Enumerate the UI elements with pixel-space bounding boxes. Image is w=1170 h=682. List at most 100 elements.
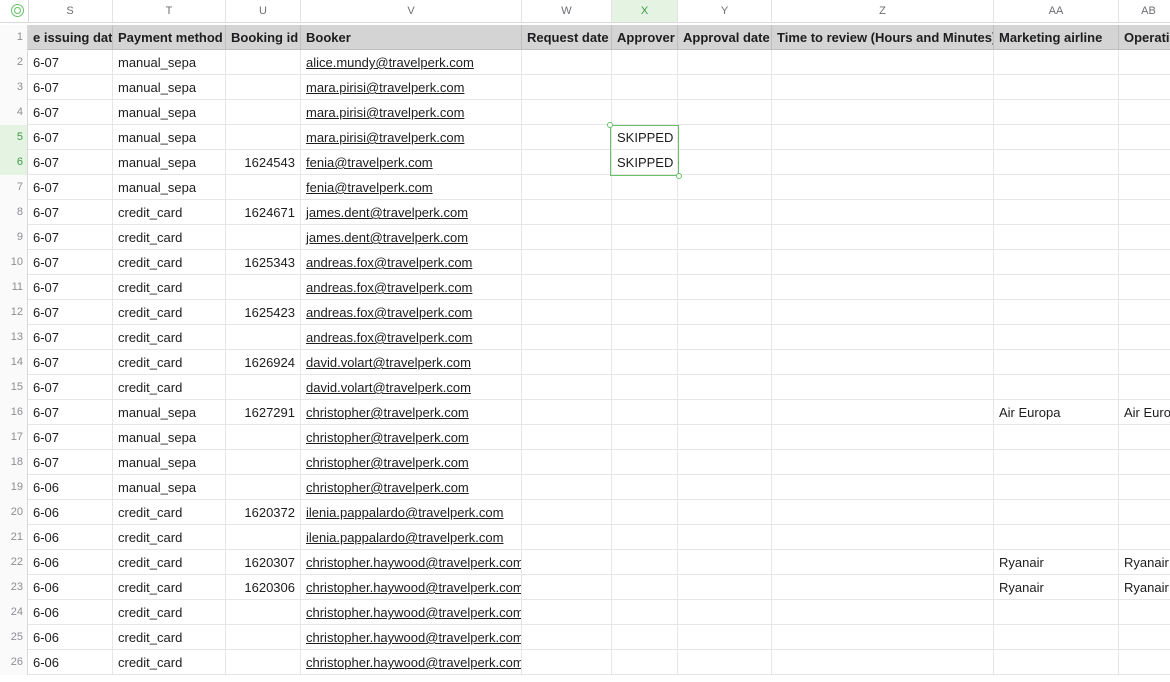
cell-booker[interactable]: andreas.fox@travelperk.com bbox=[301, 250, 522, 275]
column-letter-ab[interactable]: AB bbox=[1119, 0, 1170, 22]
cell-empty[interactable] bbox=[772, 375, 994, 400]
cell-empty[interactable] bbox=[772, 300, 994, 325]
row-number[interactable]: 5 bbox=[0, 125, 28, 150]
cell-operating[interactable] bbox=[1119, 525, 1170, 550]
cell-approver[interactable] bbox=[612, 625, 678, 650]
cell-empty[interactable] bbox=[522, 525, 612, 550]
cell-empty[interactable] bbox=[678, 525, 772, 550]
cell-payment[interactable]: credit_card bbox=[113, 600, 226, 625]
cell-empty[interactable] bbox=[678, 400, 772, 425]
cell-booking[interactable] bbox=[226, 425, 301, 450]
cell-booking[interactable] bbox=[226, 75, 301, 100]
cell-booking[interactable] bbox=[226, 325, 301, 350]
cell-empty[interactable] bbox=[522, 625, 612, 650]
booker-email-link[interactable]: andreas.fox@travelperk.com bbox=[306, 330, 472, 345]
booker-email-link[interactable]: christopher.haywood@travelperk.com bbox=[306, 605, 521, 620]
column-header[interactable]: Approver bbox=[612, 25, 678, 50]
cell-empty[interactable] bbox=[522, 650, 612, 675]
booker-email-link[interactable]: christopher@travelperk.com bbox=[306, 405, 469, 420]
cell-empty[interactable] bbox=[522, 500, 612, 525]
cell-date[interactable]: 6-07 bbox=[28, 225, 113, 250]
cell-booker[interactable]: christopher.haywood@travelperk.com bbox=[301, 600, 522, 625]
cell-operating[interactable] bbox=[1119, 150, 1170, 175]
row-number[interactable]: 23 bbox=[0, 575, 28, 600]
cell-airline[interactable] bbox=[994, 375, 1119, 400]
cell-operating[interactable] bbox=[1119, 275, 1170, 300]
booker-email-link[interactable]: fenia@travelperk.com bbox=[306, 155, 433, 170]
cell-airline[interactable] bbox=[994, 625, 1119, 650]
cell-booking[interactable]: 1620307 bbox=[226, 550, 301, 575]
cell-payment[interactable]: credit_card bbox=[113, 550, 226, 575]
cell-booker[interactable]: david.volart@travelperk.com bbox=[301, 350, 522, 375]
cell-empty[interactable] bbox=[522, 200, 612, 225]
cell-empty[interactable] bbox=[678, 325, 772, 350]
cell-date[interactable]: 6-06 bbox=[28, 525, 113, 550]
cell-booking[interactable]: 1625423 bbox=[226, 300, 301, 325]
cell-empty[interactable] bbox=[772, 500, 994, 525]
cell-booking[interactable] bbox=[226, 475, 301, 500]
cell-empty[interactable] bbox=[678, 650, 772, 675]
row-number[interactable]: 2 bbox=[0, 50, 28, 75]
cell-booking[interactable]: 1620306 bbox=[226, 575, 301, 600]
booker-email-link[interactable]: ilenia.pappalardo@travelperk.com bbox=[306, 530, 503, 545]
booker-email-link[interactable]: christopher@travelperk.com bbox=[306, 480, 469, 495]
cell-booker[interactable]: christopher@travelperk.com bbox=[301, 475, 522, 500]
cell-airline[interactable] bbox=[994, 425, 1119, 450]
cell-operating[interactable] bbox=[1119, 475, 1170, 500]
cell-booking[interactable] bbox=[226, 600, 301, 625]
cell-approver[interactable] bbox=[612, 400, 678, 425]
booker-email-link[interactable]: alice.mundy@travelperk.com bbox=[306, 55, 474, 70]
cell-booking[interactable] bbox=[226, 100, 301, 125]
cell-empty[interactable] bbox=[772, 450, 994, 475]
cell-operating[interactable] bbox=[1119, 100, 1170, 125]
cell-booking[interactable] bbox=[226, 650, 301, 675]
cell-approver[interactable] bbox=[612, 600, 678, 625]
cell-payment[interactable]: credit_card bbox=[113, 225, 226, 250]
cell-operating[interactable] bbox=[1119, 50, 1170, 75]
cell-airline[interactable]: Air Europa bbox=[994, 400, 1119, 425]
cell-empty[interactable] bbox=[772, 650, 994, 675]
column-letter-aa[interactable]: AA bbox=[994, 0, 1119, 22]
cell-approver[interactable] bbox=[612, 200, 678, 225]
column-header[interactable]: Time to review (Hours and Minutes) bbox=[772, 25, 994, 50]
cell-date[interactable]: 6-07 bbox=[28, 325, 113, 350]
row-number[interactable]: 18 bbox=[0, 450, 28, 475]
cell-booking[interactable] bbox=[226, 50, 301, 75]
row-number[interactable]: 22 bbox=[0, 550, 28, 575]
cell-airline[interactable] bbox=[994, 350, 1119, 375]
cell-date[interactable]: 6-07 bbox=[28, 400, 113, 425]
cell-booking[interactable] bbox=[226, 175, 301, 200]
cell-empty[interactable] bbox=[522, 75, 612, 100]
booker-email-link[interactable]: christopher@travelperk.com bbox=[306, 430, 469, 445]
column-letter-z[interactable]: Z bbox=[772, 0, 994, 22]
cell-booker[interactable]: christopher.haywood@travelperk.com bbox=[301, 650, 522, 675]
cell-empty[interactable] bbox=[772, 225, 994, 250]
cell-empty[interactable] bbox=[678, 275, 772, 300]
cell-approver[interactable] bbox=[612, 225, 678, 250]
column-header[interactable]: Marketing airline bbox=[994, 25, 1119, 50]
cell-booking[interactable] bbox=[226, 375, 301, 400]
cell-operating[interactable] bbox=[1119, 250, 1170, 275]
cell-airline[interactable] bbox=[994, 450, 1119, 475]
cell-booker[interactable]: mara.pirisi@travelperk.com bbox=[301, 100, 522, 125]
cell-payment[interactable]: manual_sepa bbox=[113, 125, 226, 150]
cell-empty[interactable] bbox=[678, 625, 772, 650]
cell-approver[interactable] bbox=[612, 75, 678, 100]
booker-email-link[interactable]: christopher.haywood@travelperk.com bbox=[306, 630, 521, 645]
cell-operating[interactable] bbox=[1119, 350, 1170, 375]
cell-airline[interactable] bbox=[994, 650, 1119, 675]
cell-approver[interactable] bbox=[612, 50, 678, 75]
cell-date[interactable]: 6-06 bbox=[28, 600, 113, 625]
row-number[interactable]: 6 bbox=[0, 150, 28, 175]
cell-empty[interactable] bbox=[522, 475, 612, 500]
cell-payment[interactable]: manual_sepa bbox=[113, 50, 226, 75]
cell-approver[interactable] bbox=[612, 475, 678, 500]
cell-booking[interactable]: 1627291 bbox=[226, 400, 301, 425]
cell-empty[interactable] bbox=[678, 50, 772, 75]
column-header[interactable]: e issuing date bbox=[28, 25, 113, 50]
booker-email-link[interactable]: ilenia.pappalardo@travelperk.com bbox=[306, 505, 503, 520]
cell-payment[interactable]: credit_card bbox=[113, 200, 226, 225]
cell-empty[interactable] bbox=[772, 550, 994, 575]
cell-date[interactable]: 6-06 bbox=[28, 625, 113, 650]
cell-approver[interactable]: SKIPPED bbox=[612, 125, 678, 150]
